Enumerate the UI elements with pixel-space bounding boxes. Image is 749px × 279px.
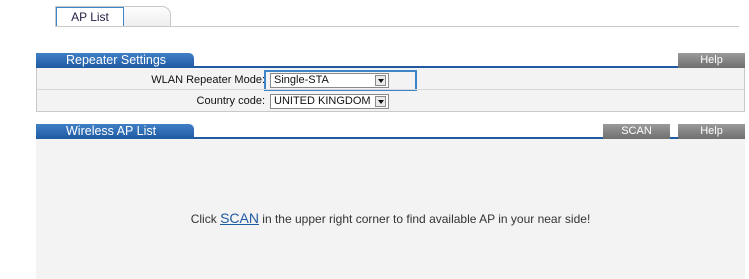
top-tab-strip: AP List bbox=[0, 0, 749, 28]
chevron-down-icon[interactable] bbox=[375, 75, 386, 86]
row-country-code: Country code: UNITED KINGDOM bbox=[37, 91, 744, 111]
hint-suffix: in the upper right corner to find availa… bbox=[258, 212, 591, 226]
repeater-settings-panel: WLAN Repeater Mode: Single-STA Country c… bbox=[36, 68, 745, 112]
scan-hint: Click SCAN in the upper right corner to … bbox=[36, 210, 745, 226]
tab-ap-list[interactable]: AP List bbox=[55, 6, 171, 27]
scan-button[interactable]: SCAN bbox=[603, 124, 670, 139]
row-wlan-repeater-mode: WLAN Repeater Mode: Single-STA bbox=[37, 70, 744, 91]
row-divider bbox=[37, 89, 744, 90]
wireless-ap-list-header: Wireless AP List SCAN Help bbox=[36, 124, 745, 139]
wlan-repeater-mode-select[interactable]: Single-STA bbox=[270, 73, 389, 88]
wireless-ap-list-title: Wireless AP List bbox=[36, 124, 194, 139]
country-code-value: UNITED KINGDOM bbox=[274, 95, 371, 107]
ap-list-help-button[interactable]: Help bbox=[678, 124, 745, 139]
tab-ap-list-label[interactable]: AP List bbox=[56, 7, 124, 27]
repeater-help-button[interactable]: Help bbox=[678, 53, 745, 68]
wlan-repeater-mode-value: Single-STA bbox=[274, 74, 329, 86]
wireless-ap-list-body: Click SCAN in the upper right corner to … bbox=[36, 139, 745, 279]
hint-prefix: Click bbox=[190, 212, 221, 226]
repeater-settings-header: Repeater Settings Help bbox=[36, 53, 745, 68]
country-code-select[interactable]: UNITED KINGDOM bbox=[270, 94, 389, 109]
repeater-settings-title: Repeater Settings bbox=[36, 53, 194, 68]
wlan-repeater-mode-label: WLAN Repeater Mode: bbox=[151, 74, 265, 86]
chevron-down-icon[interactable] bbox=[375, 96, 386, 107]
scan-link[interactable]: SCAN bbox=[220, 210, 259, 226]
country-code-label: Country code: bbox=[196, 95, 265, 107]
tab-strip-divider bbox=[55, 26, 739, 27]
